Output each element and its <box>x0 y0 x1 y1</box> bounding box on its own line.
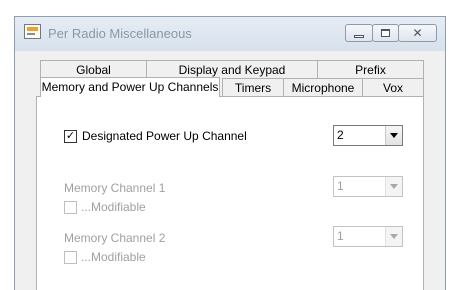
chevron-down-icon[interactable] <box>385 227 402 246</box>
close-button[interactable]: ✕ <box>398 24 437 42</box>
memory-channel-1-label: Memory Channel 1 <box>64 181 166 195</box>
minimize-icon <box>354 35 364 38</box>
tab-microphone[interactable]: Microphone <box>283 78 363 96</box>
tab-memory-and-power-up-channels[interactable]: Memory and Power Up Channels <box>40 77 220 97</box>
designated-power-up-label: Designated Power Up Channel <box>82 129 247 143</box>
maximize-button[interactable] <box>372 24 399 42</box>
chevron-down-icon[interactable] <box>385 126 402 145</box>
checkmark-icon: ✓ <box>65 129 76 142</box>
memory-channel-1-select[interactable]: 1 <box>333 176 403 197</box>
memory-channel-2-select[interactable]: 1 <box>333 226 403 247</box>
designated-channel-value: 2 <box>337 128 344 142</box>
close-icon: ✕ <box>412 26 423 40</box>
memory-channel-2-label: Memory Channel 2 <box>64 231 166 245</box>
memory-channel-2-modifiable-checkbox[interactable] <box>64 251 77 264</box>
memory-channel-2-modifiable-label: ...Modifiable <box>81 250 146 264</box>
memory-channel-1-modifiable-label: ...Modifiable <box>81 200 146 214</box>
tab-display-and-keypad[interactable]: Display and Keypad <box>146 60 318 78</box>
tab-timers[interactable]: Timers <box>222 78 284 96</box>
tab-panel: ✓ Designated Power Up Channel 2 Memory C… <box>36 96 424 290</box>
title-bar[interactable]: Per Radio Miscellaneous ✕ <box>15 17 445 51</box>
tab-global[interactable]: Global <box>40 60 147 78</box>
chevron-down-icon[interactable] <box>385 177 402 196</box>
tab-prefix[interactable]: Prefix <box>317 60 424 78</box>
memory-channel-1-modifiable-checkbox[interactable] <box>64 201 77 214</box>
caption-buttons: ✕ <box>345 24 437 44</box>
radio-icon <box>24 24 41 39</box>
memory-channel-1-value: 1 <box>337 179 344 193</box>
maximize-icon <box>381 29 390 37</box>
designated-power-up-checkbox[interactable]: ✓ <box>64 129 77 143</box>
designated-channel-select[interactable]: 2 <box>333 125 403 146</box>
minimize-button[interactable] <box>345 24 373 42</box>
window-title: Per Radio Miscellaneous <box>48 26 192 41</box>
memory-channel-2-value: 1 <box>337 229 344 243</box>
tab-vox[interactable]: Vox <box>362 78 424 96</box>
